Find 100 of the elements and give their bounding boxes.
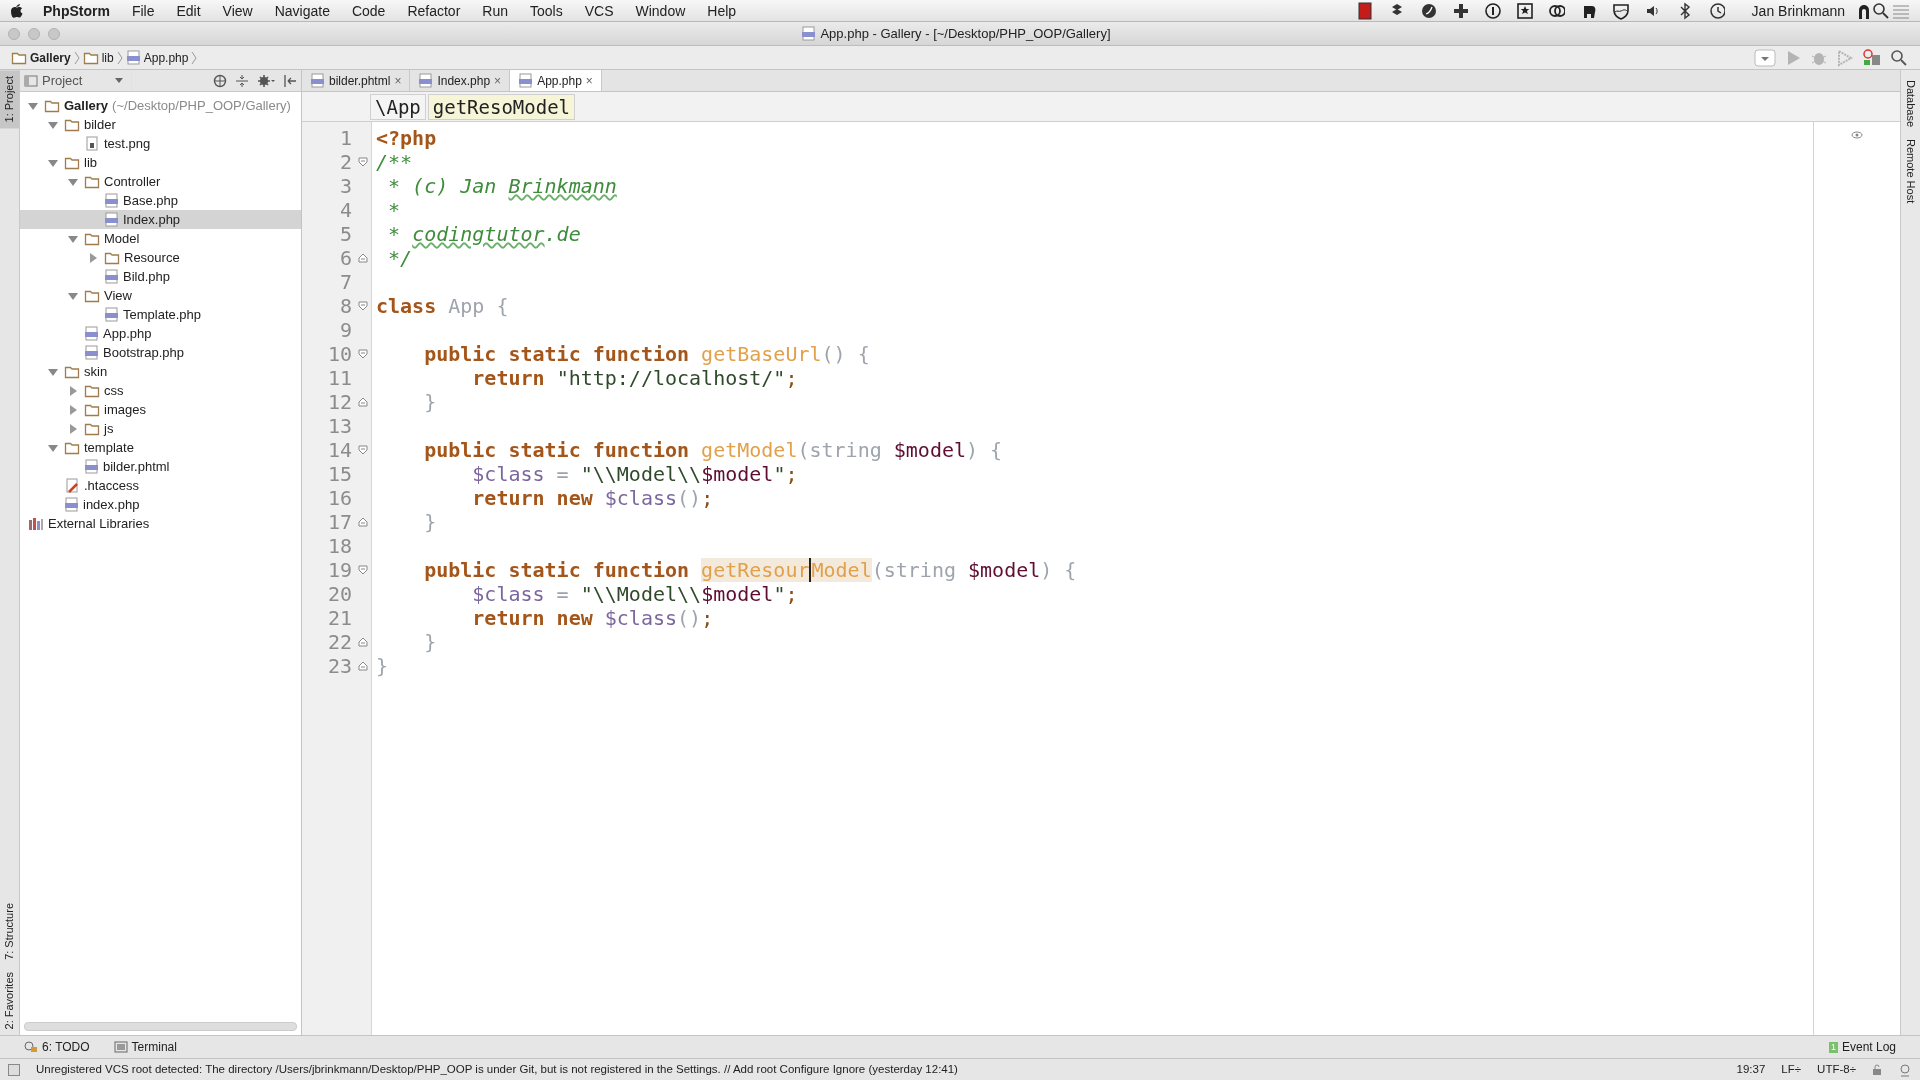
tree-item[interactable]: template <box>20 438 301 457</box>
menu-item[interactable]: View <box>211 0 264 22</box>
tool-window-button[interactable]: 6: TODO <box>24 1038 90 1056</box>
menu-item[interactable]: Tools <box>519 0 574 22</box>
cross-icon[interactable] <box>1452 1 1469 20</box>
cursor-position[interactable]: 19:37 <box>1736 1060 1766 1079</box>
close-button[interactable]: × <box>394 71 402 90</box>
breadcrumb-item[interactable]: lib <box>79 48 117 67</box>
tree-item[interactable]: css <box>20 381 301 400</box>
tool-window-tab[interactable]: 7: Structure <box>0 896 19 966</box>
editor-tab[interactable]: Index.php × <box>410 70 511 91</box>
tree-item[interactable]: Template.php <box>20 305 301 324</box>
tree-item[interactable]: images <box>20 400 301 419</box>
status-message: Unregistered VCS root detected: The directory /Users/jbrinkmann/Desktop/PHP_OOP is under Git, but is not registered in the Settings. // Add root Configure Ignore (yesterday 12:41) <box>36 1061 959 1077</box>
expand-arrow-icon[interactable] <box>48 157 58 168</box>
info-icon[interactable] <box>1484 1 1501 20</box>
line-number: 15 <box>326 462 352 486</box>
tree-item[interactable]: test.png <box>20 134 301 153</box>
hide-icon[interactable] <box>283 73 297 88</box>
fold-icon[interactable] <box>358 445 368 455</box>
tree-item[interactable]: View <box>20 286 301 305</box>
tool-window-tab[interactable]: 1: Project <box>0 70 19 129</box>
tree-item[interactable]: skin <box>20 362 301 381</box>
event-log-button[interactable]: 1 Event Log <box>1828 1038 1896 1056</box>
clock-icon[interactable] <box>1708 1 1725 20</box>
fold-icon[interactable] <box>358 349 368 359</box>
fold-icon[interactable] <box>358 397 368 407</box>
line-number: 2 <box>338 150 352 174</box>
apple-icon[interactable] <box>8 1 24 20</box>
tree-item[interactable]: Index.php <box>20 210 301 229</box>
menu-item[interactable]: Code <box>340 0 397 22</box>
tree-item[interactable]: Base.php <box>20 191 301 210</box>
expand-arrow-icon[interactable] <box>68 404 78 415</box>
expand-arrow-icon[interactable] <box>28 100 38 111</box>
expand-arrow-icon[interactable] <box>68 290 78 301</box>
menu-item[interactable]: Run <box>471 0 519 22</box>
encoding[interactable]: UTF-8÷ <box>1817 1060 1856 1079</box>
scrollbar[interactable] <box>24 1022 297 1031</box>
menu-item[interactable]: Navigate <box>263 0 341 22</box>
line-separator[interactable]: LF÷ <box>1781 1060 1802 1079</box>
expand-arrow-icon[interactable] <box>68 233 78 244</box>
expand-arrow-icon[interactable] <box>48 366 58 377</box>
breadcrumb-item[interactable]: \App <box>370 93 426 120</box>
close-button[interactable]: × <box>585 71 593 90</box>
fold-icon[interactable] <box>358 517 368 527</box>
fold-icon[interactable] <box>358 253 368 263</box>
menu-item[interactable]: Help <box>696 0 748 22</box>
tree-item[interactable]: Model <box>20 229 301 248</box>
editor-tab[interactable]: App.php × <box>510 70 602 91</box>
menu-item[interactable]: Edit <box>165 0 212 22</box>
breadcrumb-item[interactable]: App.php <box>122 48 192 67</box>
expand-arrow-icon[interactable] <box>48 442 58 453</box>
menu-item[interactable]: VCS <box>573 0 625 22</box>
expand-arrow-icon[interactable] <box>68 176 78 187</box>
tree-item[interactable]: Resource <box>20 248 301 267</box>
tree-item[interactable]: index.php <box>20 495 301 514</box>
shield-icon[interactable] <box>1612 1 1629 20</box>
menu-item[interactable]: Window <box>624 0 697 22</box>
dropdown-icon[interactable] <box>1754 48 1776 67</box>
panel-toggle-icon[interactable] <box>8 1063 20 1076</box>
tree-item[interactable]: bilder <box>20 115 301 134</box>
expand-arrow-icon[interactable] <box>48 119 58 130</box>
fold-icon[interactable] <box>358 661 368 671</box>
tree-item[interactable]: .htaccess <box>20 476 301 495</box>
collapse-icon[interactable] <box>235 73 249 88</box>
menu-item[interactable]: File <box>120 0 166 22</box>
tree-item[interactable]: Bootstrap.php <box>20 343 301 362</box>
tree-item[interactable]: App.php <box>20 324 301 343</box>
fold-icon[interactable] <box>358 637 368 647</box>
breadcrumb-item[interactable]: Gallery <box>8 48 74 67</box>
fold-icon[interactable] <box>358 157 368 167</box>
tool-window-tab[interactable]: Remote Host <box>1900 133 1920 210</box>
breadcrumb-item[interactable]: getResoModel <box>427 93 576 120</box>
stop-icon[interactable] <box>1862 48 1882 67</box>
inspection-icon[interactable] <box>1851 130 1863 140</box>
tool-window-tab[interactable]: 2: Favorites <box>0 965 19 1035</box>
fold-icon[interactable] <box>358 565 368 575</box>
editor-tab[interactable]: bilder.phtml × <box>302 70 411 91</box>
user-name[interactable]: Jan Brinkmann <box>1740 0 1856 22</box>
code-line: } <box>423 510 437 534</box>
settings-icon[interactable] <box>257 73 275 88</box>
menu-item[interactable]: Refactor <box>396 0 472 22</box>
tool-window-button[interactable]: Terminal <box>113 1038 177 1056</box>
expand-arrow-icon[interactable] <box>88 252 98 263</box>
locate-icon[interactable] <box>213 73 227 88</box>
tree-item[interactable]: Gallery (~/Desktop/PHP_OOP/Gallery) <box>20 96 301 115</box>
search-icon[interactable] <box>1890 48 1908 67</box>
expand-arrow-icon[interactable] <box>68 423 78 434</box>
fold-icon[interactable] <box>358 301 368 311</box>
tool-window-tab[interactable]: Database <box>1900 74 1920 134</box>
tree-item[interactable]: lib <box>20 153 301 172</box>
close-button[interactable]: × <box>494 71 502 90</box>
app-menu[interactable]: PhpStorm <box>32 0 121 22</box>
tree-item[interactable]: External Libraries <box>20 514 301 533</box>
expand-arrow-icon[interactable] <box>68 385 78 396</box>
tree-item[interactable]: js <box>20 419 301 438</box>
search-icon[interactable] <box>1872 1 1890 20</box>
tree-item[interactable]: Controller <box>20 172 301 191</box>
tree-item[interactable]: bilder.phtml <box>20 457 301 476</box>
tree-item[interactable]: Bild.php <box>20 267 301 286</box>
